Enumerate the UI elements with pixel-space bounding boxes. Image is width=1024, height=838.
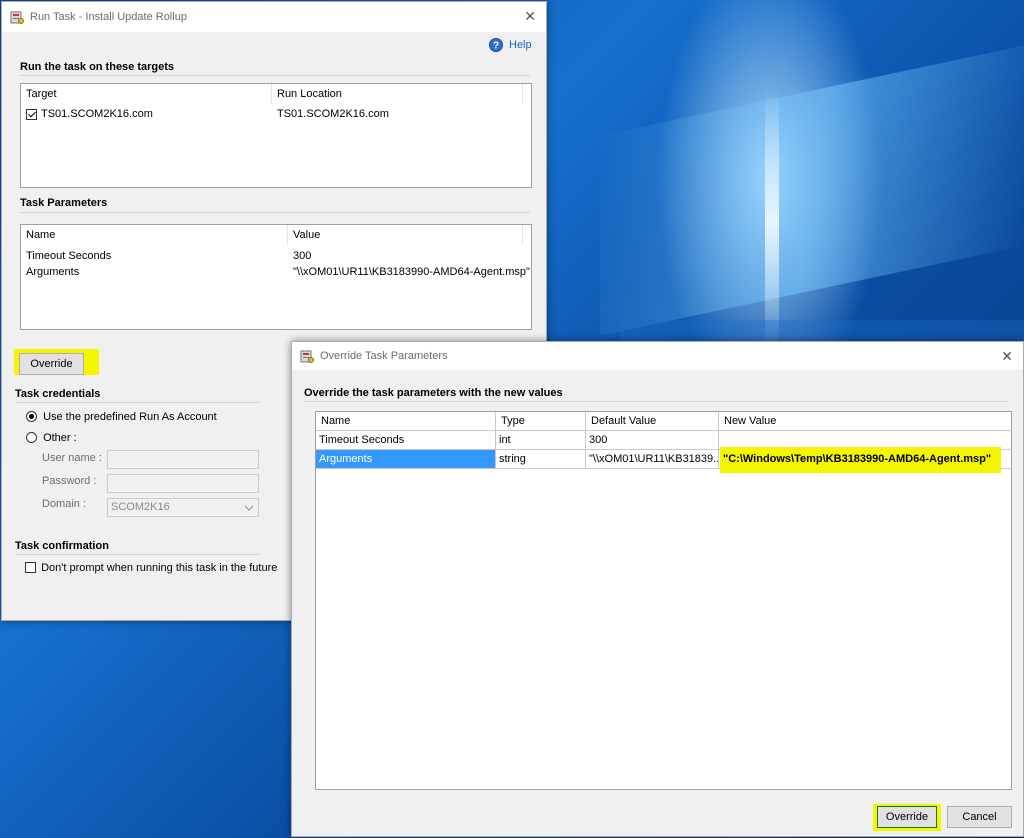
domain-label: Domain : [42,498,87,510]
chevron-down-icon[interactable] [244,505,254,511]
close-icon[interactable]: ✕ [1001,349,1013,363]
cell-default: "\\xOM01\UR11\KB31839... [586,450,719,469]
dont-prompt-checkbox[interactable] [25,562,36,573]
override-window: Override Task Parameters ✕ Override the … [291,341,1024,837]
help-link[interactable]: ? Help [489,38,532,52]
run-task-titlebar: Run Task - Install Update Rollup ✕ [2,2,546,32]
light-beam [600,44,1024,336]
cancel-button[interactable]: Cancel [947,806,1012,828]
new-value-text: "C:\Windows\Temp\KB3183990-AMD64-Agent.m… [723,453,992,465]
cell-type: int [496,431,586,450]
confirmation-section-title: Task confirmation [15,540,109,552]
col-name[interactable]: Name [316,412,496,431]
targets-row[interactable]: TS01.SCOM2K16.com TS01.SCOM2K16.com [21,106,529,124]
domain-value: SCOM2K16 [111,501,170,513]
username-field[interactable] [107,450,259,469]
param-name: Arguments [26,266,80,278]
target-run-location: TS01.SCOM2K16.com [277,108,389,120]
close-icon[interactable]: ✕ [524,9,536,23]
task-icon [10,11,24,24]
params-section-title: Task Parameters [20,197,108,209]
col-default-value[interactable]: Default Value [586,412,719,431]
param-name: Timeout Seconds [26,250,112,262]
radio-predefined[interactable]: Use the predefined Run As Account [26,411,217,423]
svg-text:?: ? [493,41,499,52]
param-value: 300 [293,250,312,262]
cell-name-selected[interactable]: Arguments [316,450,496,469]
username-label: User name : [42,452,102,464]
cell-name[interactable]: Timeout Seconds [316,431,496,450]
params-col-value[interactable]: Value [288,225,523,245]
credentials-section-title: Task credentials [15,388,101,400]
radio-other[interactable]: Other : [26,432,77,444]
target-checkbox[interactable] [26,109,37,120]
confirmation-divider [15,554,260,555]
radio-predefined-label: Use the predefined Run As Account [43,411,217,423]
override-title: Override Task Parameters [320,350,448,362]
help-icon: ? [489,38,503,52]
override-divider [304,401,1009,402]
cell-default: 300 [586,431,719,450]
dont-prompt-label: Don't prompt when running this task in t… [41,562,278,574]
radio-icon[interactable] [26,432,37,443]
radio-icon[interactable] [26,411,37,422]
targets-col-target[interactable]: Target [21,84,272,104]
radio-other-label: Other : [43,432,77,444]
help-label: Help [509,39,532,51]
override-section-title: Override the task parameters with the ne… [304,387,563,399]
override-titlebar: Override Task Parameters ✕ [292,342,1023,370]
dont-prompt-option[interactable]: Don't prompt when running this task in t… [25,562,277,574]
run-task-title: Run Task - Install Update Rollup [30,11,187,23]
params-list[interactable]: Name Value Timeout Seconds 300 Arguments… [20,224,532,330]
override-button[interactable]: Override [19,353,84,375]
task-icon [300,350,314,363]
param-value: "\\xOM01\UR11\KB3183990-AMD64-Agent.msp" [293,266,530,278]
light-streak [765,90,779,350]
targets-col-run-location[interactable]: Run Location [272,84,523,104]
cell-new-value-input[interactable]: "C:\Windows\Temp\KB3183990-AMD64-Agent.m… [719,447,1011,473]
override-apply-button[interactable]: Override [877,806,937,828]
override-grid[interactable]: Name Type Default Value New Value Timeou… [315,411,1012,790]
domain-select[interactable]: SCOM2K16 [107,498,259,517]
cell-type: string [496,450,586,469]
targets-divider [20,75,530,76]
col-new-value[interactable]: New Value [719,412,1011,431]
params-divider [20,212,530,213]
targets-list[interactable]: Target Run Location TS01.SCOM2K16.com TS… [20,83,532,188]
credentials-divider [15,402,260,403]
password-label: Password : [42,475,97,487]
password-field[interactable] [107,474,259,493]
col-type[interactable]: Type [496,412,586,431]
params-col-name[interactable]: Name [21,225,288,245]
target-name: TS01.SCOM2K16.com [41,108,153,120]
targets-section-title: Run the task on these targets [20,61,175,73]
